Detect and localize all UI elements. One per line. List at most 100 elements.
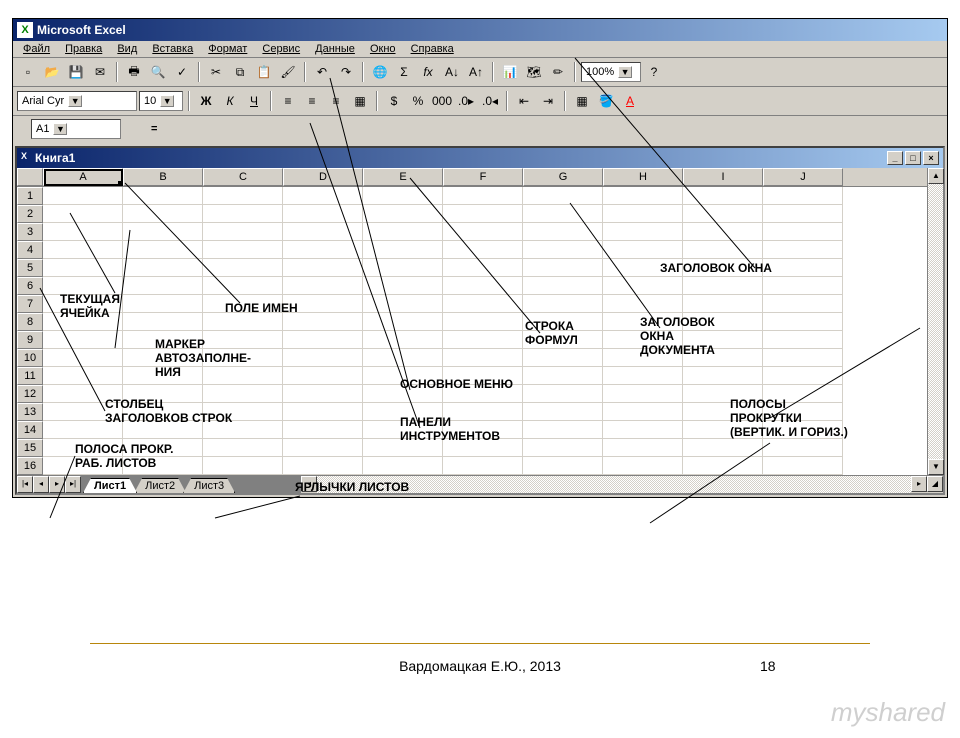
cell[interactable] <box>123 241 203 259</box>
cell[interactable] <box>683 457 763 475</box>
redo-icon[interactable]: ↷ <box>335 61 357 83</box>
zoom-combo[interactable]: 100%▼ <box>581 62 641 82</box>
cell[interactable] <box>443 313 523 331</box>
cell[interactable] <box>683 241 763 259</box>
cell[interactable] <box>603 439 683 457</box>
comma-icon[interactable]: 000 <box>431 90 453 112</box>
cell[interactable] <box>203 259 283 277</box>
cell[interactable] <box>283 403 363 421</box>
col-E[interactable]: E <box>363 168 443 186</box>
vertical-scrollbar[interactable]: ▲ ▼ <box>927 168 943 475</box>
cell[interactable] <box>363 241 443 259</box>
spell-icon[interactable]: ✓ <box>171 61 193 83</box>
name-box[interactable]: A1▼ <box>31 119 121 139</box>
cell[interactable] <box>43 223 123 241</box>
cell[interactable] <box>43 367 123 385</box>
fill-color-icon[interactable]: 🪣 <box>595 90 617 112</box>
cell[interactable] <box>283 457 363 475</box>
cell[interactable] <box>363 277 443 295</box>
menu-help[interactable]: Справка <box>405 41 460 57</box>
inc-indent-icon[interactable]: ⇥ <box>537 90 559 112</box>
new-icon[interactable]: ▫ <box>17 61 39 83</box>
inc-decimal-icon[interactable]: .0▸ <box>455 90 477 112</box>
cell[interactable] <box>603 295 683 313</box>
scroll-up-icon[interactable]: ▲ <box>928 168 944 184</box>
cell[interactable] <box>203 223 283 241</box>
cell[interactable] <box>203 277 283 295</box>
cell[interactable] <box>763 187 843 205</box>
cell[interactable] <box>603 205 683 223</box>
tab-last-icon[interactable]: ▸| <box>65 476 81 493</box>
cell[interactable] <box>203 241 283 259</box>
cell[interactable] <box>443 331 523 349</box>
cell[interactable] <box>43 331 123 349</box>
currency-icon[interactable]: $ <box>383 90 405 112</box>
cell[interactable] <box>443 223 523 241</box>
cell[interactable] <box>683 223 763 241</box>
menu-edit[interactable]: Правка <box>59 41 108 57</box>
tab-scroll-buttons[interactable]: |◂ ◂ ▸ ▸| <box>17 476 81 493</box>
cell[interactable] <box>763 439 843 457</box>
cell[interactable] <box>363 259 443 277</box>
paste-icon[interactable]: 📋 <box>253 61 275 83</box>
rowhead-3[interactable]: 3 <box>17 223 43 241</box>
percent-icon[interactable]: % <box>407 90 429 112</box>
italic-button[interactable]: К <box>219 90 241 112</box>
cell[interactable] <box>523 187 603 205</box>
mail-icon[interactable]: ✉ <box>89 61 111 83</box>
preview-icon[interactable]: 🔍 <box>147 61 169 83</box>
cell[interactable] <box>523 457 603 475</box>
cell[interactable] <box>363 457 443 475</box>
print-icon[interactable]: 🖶 <box>123 61 145 83</box>
cell[interactable] <box>283 187 363 205</box>
cell[interactable] <box>43 259 123 277</box>
rowhead-15[interactable]: 15 <box>17 439 43 457</box>
font-color-icon[interactable]: A <box>619 90 641 112</box>
cell[interactable] <box>763 241 843 259</box>
cell[interactable] <box>523 367 603 385</box>
cut-icon[interactable]: ✂ <box>205 61 227 83</box>
menu-tools[interactable]: Сервис <box>256 41 306 57</box>
fx-icon[interactable]: fx <box>417 61 439 83</box>
cell[interactable] <box>683 439 763 457</box>
rowhead-5[interactable]: 5 <box>17 259 43 277</box>
close-button[interactable]: × <box>923 151 939 165</box>
rowhead-2[interactable]: 2 <box>17 205 43 223</box>
cell[interactable] <box>363 187 443 205</box>
cell[interactable] <box>523 349 603 367</box>
cell[interactable] <box>603 367 683 385</box>
cell[interactable] <box>123 259 203 277</box>
save-icon[interactable]: 💾 <box>65 61 87 83</box>
rowhead-13[interactable]: 13 <box>17 403 43 421</box>
cell[interactable] <box>443 205 523 223</box>
menu-window[interactable]: Окно <box>364 41 402 57</box>
cell[interactable] <box>683 295 763 313</box>
col-D[interactable]: D <box>283 168 363 186</box>
sort-asc-icon[interactable]: A↓ <box>441 61 463 83</box>
cell[interactable] <box>763 205 843 223</box>
col-C[interactable]: C <box>203 168 283 186</box>
cell[interactable] <box>283 367 363 385</box>
cell[interactable] <box>203 457 283 475</box>
rowhead-8[interactable]: 8 <box>17 313 43 331</box>
cell[interactable] <box>123 295 203 313</box>
cell[interactable] <box>523 403 603 421</box>
cell[interactable] <box>683 367 763 385</box>
scroll-right-icon[interactable]: ▸ <box>911 476 927 492</box>
cell[interactable] <box>123 223 203 241</box>
cell[interactable] <box>763 277 843 295</box>
cell[interactable] <box>363 331 443 349</box>
cell[interactable] <box>363 205 443 223</box>
cell[interactable] <box>283 421 363 439</box>
cell[interactable] <box>123 187 203 205</box>
open-icon[interactable]: 📂 <box>41 61 63 83</box>
tab-first-icon[interactable]: |◂ <box>17 476 33 493</box>
menu-file[interactable]: Файл <box>17 41 56 57</box>
tab-sheet2[interactable]: Лист2 <box>134 478 186 493</box>
undo-icon[interactable]: ↶ <box>311 61 333 83</box>
cell[interactable] <box>283 331 363 349</box>
cell[interactable] <box>523 223 603 241</box>
cell[interactable] <box>443 295 523 313</box>
cell[interactable] <box>523 259 603 277</box>
help-icon[interactable]: ? <box>643 61 665 83</box>
